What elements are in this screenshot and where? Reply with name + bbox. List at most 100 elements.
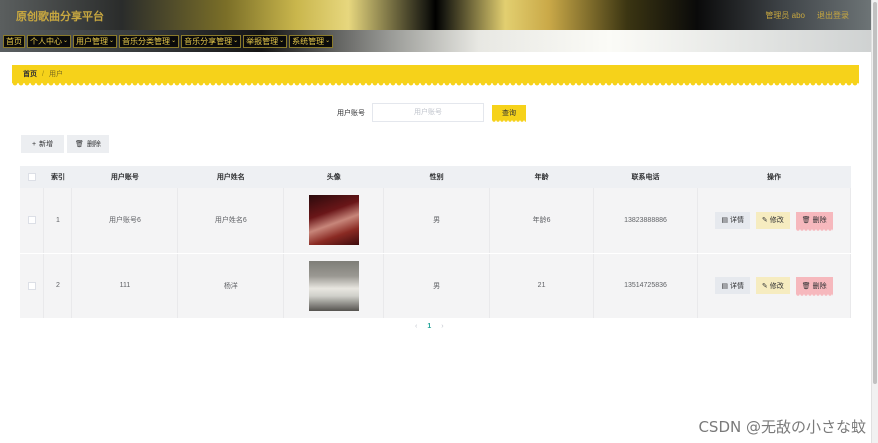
cell-avatar [283, 253, 385, 319]
header-account: 用户账号 [71, 166, 178, 188]
header-avatar: 头像 [283, 166, 384, 188]
breadcrumb-current: 用户 [48, 71, 63, 78]
pencil-icon: ✎ [761, 282, 768, 290]
header-age: 年龄 [489, 166, 594, 188]
table-row: 2 111 杨洋 男 21 13514725836 ▤ 详情 ✎ 修改 🗑 删除 [20, 253, 852, 319]
chevron-down-icon: ⌄ [109, 38, 115, 44]
delete-label: 删除 [86, 141, 101, 148]
delete-button[interactable]: 🗑 删除 [795, 211, 833, 232]
header-index: 索引 [43, 166, 72, 188]
logout-link[interactable]: 退出登录 [817, 10, 849, 21]
app-title: 原创歌曲分享平台 [16, 11, 104, 23]
delete-label: 删除 [812, 217, 827, 225]
menu-item-system[interactable]: 系统管理 ⌄ [289, 35, 334, 48]
pencil-icon: ✎ [761, 217, 768, 225]
menu-label: 系统管理 [292, 37, 325, 46]
cell-avatar [283, 188, 385, 254]
edit-button[interactable]: ✎ 修改 [755, 211, 790, 229]
admin-label: 管理员 abo [765, 11, 805, 20]
plus-icon: + [31, 140, 37, 148]
chevron-down-icon: ⌄ [63, 38, 69, 44]
delete-label: 删除 [812, 282, 827, 290]
chevron-down-icon: ⌄ [325, 38, 331, 44]
cell-phone: 13514725836 [593, 253, 698, 319]
header-actions: 操作 [697, 166, 851, 188]
batch-delete-button[interactable]: 🗑 删除 [67, 135, 109, 153]
cell-age: 21 [489, 253, 595, 319]
detail-label: 详情 [729, 217, 744, 225]
trash-icon: 🗑 [801, 217, 811, 225]
detail-button[interactable]: ▤ 详情 [715, 277, 750, 294]
menu-label: 个人中心 [30, 37, 62, 46]
menu-label: 音乐分享管理 [184, 37, 233, 46]
add-label: 新增 [39, 141, 54, 148]
menu-label: 音乐分类管理 [122, 37, 171, 46]
next-page-button[interactable]: › [441, 323, 443, 330]
delete-button[interactable]: 🗑 删除 [795, 277, 833, 297]
menu-item-music-category[interactable]: 音乐分类管理 ⌄ [119, 35, 180, 48]
watermark: CSDN @无敌の小さな蚊 [698, 418, 866, 436]
main-menu: 首页 个人中心 ⌄ 用户管理 ⌄ 音乐分类管理 ⌄ 音乐分享管理 ⌄ 举报管理 ⌄ 系统管… [3, 35, 334, 48]
search-button[interactable]: 查询 [492, 105, 526, 123]
cell-actions: ▤ 详情 ✎ 修改 🗑 删除 [697, 188, 852, 254]
menu-bar: 首页 个人中心 ⌄ 用户管理 ⌄ 音乐分类管理 ⌄ 音乐分享管理 ⌄ 举报管理 ⌄ 系统管… [0, 30, 871, 52]
cell-gender: 男 [383, 253, 491, 319]
chevron-down-icon: ⌄ [233, 38, 239, 44]
menu-item-home[interactable]: 首页 [3, 35, 25, 48]
menu-label: 用户管理 [76, 37, 109, 46]
header-gender: 性别 [383, 166, 490, 188]
vertical-scrollbar[interactable] [871, 0, 878, 443]
trash-icon: 🗑 [801, 282, 811, 290]
table-row: 1 用户账号6 用户姓名6 男 年龄6 13823888886 ▤ 详情 ✎ 修改 … [20, 188, 852, 254]
menu-item-report[interactable]: 举报管理 ⌄ [243, 35, 288, 48]
detail-button[interactable]: ▤ 详情 [715, 211, 750, 229]
menu-label: 举报管理 [246, 37, 279, 46]
avatar [308, 195, 359, 246]
edit-label: 修改 [769, 217, 784, 225]
user-table: 索引 用户账号 用户姓名 头像 性别 年龄 联系电话 操作 1 用户账号6 用户… [20, 166, 852, 319]
cell-name: 杨洋 [177, 253, 285, 319]
menu-item-user-management[interactable]: 用户管理 ⌄ [73, 35, 118, 48]
cell-index: 1 [43, 188, 73, 254]
document-icon: ▤ [721, 217, 728, 225]
chevron-down-icon: ⌄ [279, 38, 285, 44]
cell-account: 111 [71, 253, 179, 319]
breadcrumb-home[interactable]: 首页 [23, 69, 37, 79]
cell-account: 用户账号6 [71, 188, 179, 254]
search-input[interactable] [372, 103, 484, 122]
cell-name: 用户姓名6 [177, 188, 285, 254]
trash-icon: 🗑 [75, 141, 84, 148]
menu-item-personal-center[interactable]: 个人中心 ⌄ [27, 35, 72, 48]
cell-index: 2 [43, 253, 73, 319]
cell-gender: 男 [383, 188, 491, 254]
menu-label: 首页 [6, 37, 22, 46]
header-user-area: 管理员 abo 退出登录 [765, 10, 849, 21]
cell-actions: ▤ 详情 ✎ 修改 🗑 删除 [697, 253, 852, 319]
prev-page-button[interactable]: ‹ [415, 323, 417, 330]
header-phone: 联系电话 [593, 166, 698, 188]
scrollbar-thumb[interactable] [873, 2, 877, 384]
breadcrumb: 首页 / 用户 [12, 65, 859, 87]
add-button[interactable]: + 新增 [21, 135, 64, 153]
breadcrumb-separator: / [42, 70, 44, 78]
select-all-cell [20, 166, 44, 188]
edit-button[interactable]: ✎ 修改 [755, 277, 790, 294]
pagination: ‹ 1 › [415, 323, 444, 330]
document-icon: ▤ [721, 282, 728, 290]
header-name: 用户姓名 [177, 166, 284, 188]
row-checkbox[interactable] [27, 216, 36, 225]
edit-label: 修改 [769, 282, 784, 290]
chevron-down-icon: ⌄ [171, 38, 177, 44]
select-all-checkbox[interactable] [27, 173, 36, 181]
row-select-cell [20, 253, 45, 319]
top-header: 原创歌曲分享平台 管理员 abo 退出登录 [0, 0, 871, 30]
avatar [308, 260, 359, 311]
row-checkbox[interactable] [27, 281, 36, 290]
detail-label: 详情 [729, 282, 744, 290]
table-header-row: 索引 用户账号 用户姓名 头像 性别 年龄 联系电话 操作 [20, 166, 851, 188]
row-select-cell [20, 188, 45, 254]
menu-item-music-share[interactable]: 音乐分享管理 ⌄ [181, 35, 242, 48]
current-page[interactable]: 1 [427, 323, 431, 330]
search-label: 用户账号 [337, 110, 365, 117]
cell-phone: 13823888886 [593, 188, 698, 254]
